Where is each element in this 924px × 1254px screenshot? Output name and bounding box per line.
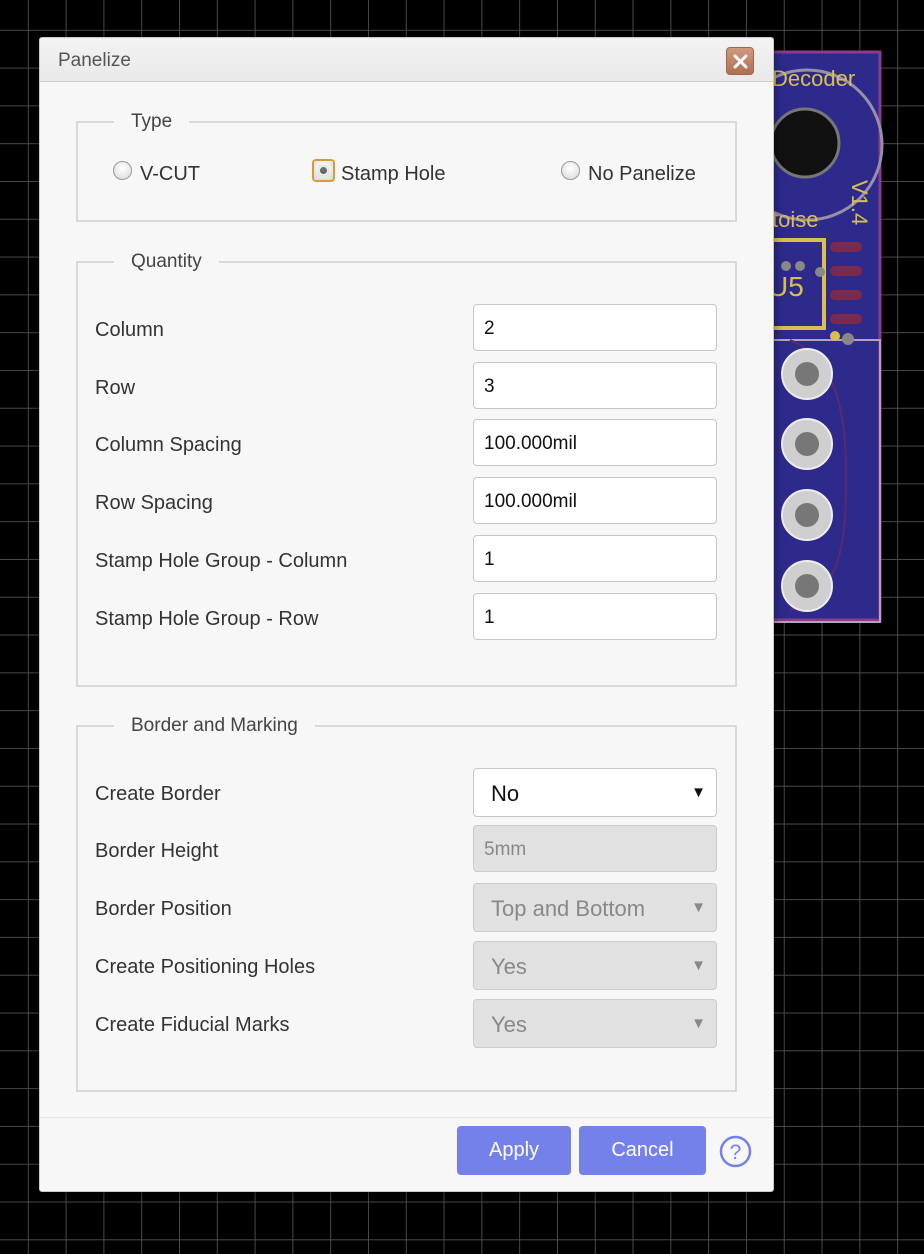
create-border-select[interactable]: No ▼ bbox=[473, 768, 717, 817]
panelize-dialog: Panelize Type V-CUT Stamp Hole No Paneli… bbox=[39, 37, 774, 1192]
fiducial-marks-select: Yes ▼ bbox=[473, 999, 717, 1048]
dialog-footer-divider bbox=[40, 1117, 773, 1118]
pad bbox=[830, 290, 862, 300]
dropdown-arrow-icon: ▼ bbox=[691, 784, 706, 801]
svg-text:?: ? bbox=[730, 1141, 742, 1164]
fiducial-marks-value: Yes bbox=[491, 1012, 527, 1037]
radio-label: No Panelize bbox=[588, 163, 696, 185]
close-button[interactable] bbox=[726, 47, 754, 75]
close-icon bbox=[733, 54, 748, 69]
type-legend: Type bbox=[131, 111, 173, 132]
row-spacing-input[interactable]: 100.000mil bbox=[473, 477, 717, 524]
radio-button[interactable] bbox=[113, 161, 132, 180]
border-position-select: Top and Bottom ▼ bbox=[473, 883, 717, 932]
positioning-holes-value: Yes bbox=[491, 954, 527, 979]
fiducial-marks-label: Create Fiducial Marks bbox=[95, 1014, 290, 1036]
column-input[interactable]: 2 bbox=[473, 304, 717, 351]
create-border-value: No bbox=[491, 781, 520, 806]
stamp-hole-group-row-label: Stamp Hole Group - Row bbox=[95, 608, 319, 630]
column-spacing-input[interactable]: 100.000mil bbox=[473, 419, 717, 466]
pin-hole bbox=[795, 574, 819, 598]
help-button[interactable]: ? bbox=[719, 1135, 752, 1168]
radio-button-selected[interactable] bbox=[312, 159, 335, 182]
dropdown-arrow-icon: ▼ bbox=[691, 899, 706, 916]
radio-label: Stamp Hole bbox=[341, 163, 446, 185]
radio-label: V-CUT bbox=[140, 163, 200, 185]
via bbox=[781, 261, 791, 271]
pin-hole bbox=[795, 362, 819, 386]
border-position-value: Top and Bottom bbox=[491, 896, 646, 921]
positioning-holes-label: Create Positioning Holes bbox=[95, 956, 316, 978]
dialog-title: Panelize bbox=[58, 50, 131, 71]
stamp-hole-group-column-input[interactable]: 1 bbox=[473, 535, 717, 582]
border-legend: Border and Marking bbox=[131, 715, 298, 736]
pad bbox=[830, 314, 862, 324]
quantity-legend: Quantity bbox=[131, 251, 202, 272]
border-height-label: Border Height bbox=[95, 840, 219, 862]
column-label: Column bbox=[95, 319, 164, 341]
dialog-titlebar[interactable]: Panelize bbox=[40, 38, 773, 82]
apply-button[interactable]: Apply bbox=[457, 1126, 571, 1175]
cancel-button[interactable]: Cancel bbox=[579, 1126, 706, 1175]
stamp-hole-group-row-input[interactable]: 1 bbox=[473, 593, 717, 640]
row-input[interactable]: 3 bbox=[473, 362, 717, 409]
via bbox=[795, 261, 805, 271]
pad bbox=[830, 242, 862, 252]
border-height-input: 5mm bbox=[473, 825, 717, 872]
jack-hole bbox=[769, 107, 841, 179]
column-spacing-label: Column Spacing bbox=[95, 434, 242, 456]
radio-dot bbox=[318, 165, 329, 176]
silkscreen-decoder: Decoder bbox=[772, 66, 855, 91]
via bbox=[842, 333, 854, 345]
pin1-marker bbox=[830, 331, 840, 341]
stamp-hole-group-column-label: Stamp Hole Group - Column bbox=[95, 550, 348, 572]
pin-hole bbox=[795, 432, 819, 456]
dropdown-arrow-icon: ▼ bbox=[691, 957, 706, 974]
silkscreen-version: V1.4 bbox=[847, 180, 872, 225]
help-icon: ? bbox=[719, 1135, 752, 1168]
radio-button[interactable] bbox=[561, 161, 580, 180]
border-position-label: Border Position bbox=[95, 898, 232, 920]
positioning-holes-select: Yes ▼ bbox=[473, 941, 717, 990]
row-spacing-label: Row Spacing bbox=[95, 492, 213, 514]
dropdown-arrow-icon: ▼ bbox=[691, 1015, 706, 1032]
silkscreen-toise: toise bbox=[772, 207, 818, 232]
row-label: Row bbox=[95, 377, 136, 399]
via bbox=[815, 267, 825, 277]
create-border-label: Create Border bbox=[95, 783, 221, 805]
pad bbox=[830, 266, 862, 276]
pin-hole bbox=[795, 503, 819, 527]
